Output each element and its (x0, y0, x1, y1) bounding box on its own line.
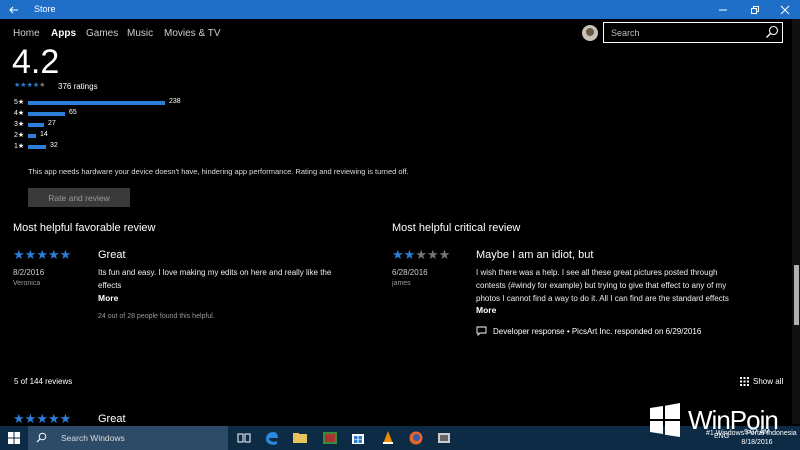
tab-apps[interactable]: Apps (51, 28, 76, 39)
restore-icon (751, 5, 759, 14)
watermark-subline: #1 Windows Portal Indonesia (706, 430, 797, 437)
maximize-button[interactable] (740, 0, 770, 19)
app-icon[interactable] (322, 430, 338, 446)
favorable-review-heading: Most helpful favorable review (13, 222, 156, 234)
average-rating: 4.2 (12, 43, 60, 81)
tab-home[interactable]: Home (13, 28, 40, 39)
histogram-label: 4★ (14, 110, 25, 117)
file-explorer-icon[interactable] (292, 430, 308, 446)
favorable-review-stars: ★★★★★ (13, 247, 71, 263)
scrollbar-track[interactable] (792, 19, 800, 424)
store-icon[interactable] (350, 430, 366, 446)
window-title: Store (34, 4, 56, 14)
histogram-count: 27 (48, 120, 56, 127)
favorable-review-date: 8/2/2016 (13, 268, 45, 277)
histogram-bar (28, 123, 44, 127)
histogram-label: 5★ (14, 99, 25, 106)
critical-review-heading: Most helpful critical review (392, 222, 521, 234)
star-filled-icon: ★ (13, 411, 25, 426)
tab-music[interactable]: Music (127, 28, 153, 39)
histogram-bar (28, 134, 36, 138)
histogram-count: 238 (169, 98, 181, 105)
ratings-count: 376 ratings (58, 82, 98, 91)
next-review-stars: ★★★★★ (13, 411, 71, 427)
search-box[interactable] (603, 22, 783, 43)
firefox-icon[interactable] (408, 430, 424, 446)
critical-review-body-line: photos I cannot find a way to do it. All… (476, 294, 729, 303)
windows-logo-icon (650, 403, 680, 437)
star-filled-icon: ★ (36, 411, 48, 426)
close-icon (780, 5, 790, 14)
favorable-helpful-text: 24 out of 28 people found this helpful. (98, 313, 215, 320)
histogram-bar (28, 145, 46, 149)
developer-response[interactable]: Developer response • PicsArt Inc. respon… (476, 326, 701, 336)
critical-review-author: james (392, 280, 411, 287)
favorable-review-title: Great (98, 249, 126, 261)
critical-review-date: 6/28/2016 (392, 268, 428, 277)
vlc-icon[interactable] (380, 430, 396, 446)
star-filled-icon: ★ (13, 247, 25, 262)
histogram-count: 14 (40, 131, 48, 138)
search-input[interactable] (609, 25, 763, 41)
favorable-review-body-line: Its fun and easy. I love making my edits… (98, 268, 332, 277)
histogram-bar (28, 101, 165, 105)
start-button[interactable] (0, 426, 28, 450)
windows-logo-icon (8, 432, 20, 444)
critical-review-body-line: contests (#windy for example) but trying… (476, 281, 727, 290)
reviews-count: 5 of 144 reviews (14, 377, 73, 386)
developer-response-text: Developer response • PicsArt Inc. respon… (493, 326, 702, 336)
star-filled-icon: ★ (24, 247, 37, 262)
avatar[interactable] (582, 25, 598, 41)
star-filled-icon: ★ (59, 247, 72, 262)
tab-games[interactable]: Games (86, 28, 118, 39)
star-empty-icon: ★ (39, 82, 46, 89)
title-bar: Store (0, 0, 800, 19)
favorable-review-body-line: effects (98, 281, 122, 290)
histogram-count: 65 (69, 109, 77, 116)
critical-review-body-line: I wish there was a help. I see all these… (476, 268, 718, 277)
histogram-count: 32 (50, 142, 58, 149)
minimize-button[interactable] (708, 0, 738, 19)
histogram-label: 2★ (14, 132, 25, 139)
star-filled-icon: ★ (392, 247, 404, 262)
taskbar-search[interactable]: Search Windows (28, 426, 228, 450)
next-review-title: Great (98, 413, 126, 425)
back-button[interactable] (0, 0, 28, 19)
star-empty-icon: ★ (415, 247, 427, 262)
favorable-more-link[interactable]: More (98, 293, 118, 303)
rate-and-review-button[interactable]: Rate and review (28, 188, 130, 207)
minimize-icon (719, 9, 727, 10)
star-filled-icon: ★ (36, 247, 48, 262)
tab-movies-tv[interactable]: Movies & TV (164, 28, 221, 39)
star-empty-icon: ★ (438, 247, 451, 262)
grid-icon (740, 377, 749, 386)
show-all-link[interactable]: Show all (740, 377, 783, 386)
back-arrow-icon (9, 6, 18, 13)
star-filled-icon: ★ (24, 411, 37, 426)
critical-review-title: Maybe I am an idiot, but (476, 249, 594, 261)
histogram-label: 1★ (14, 143, 25, 150)
star-filled-icon: ★ (47, 247, 60, 262)
taskbar-search-label: Search Windows (61, 433, 125, 443)
critical-review-stars: ★★★★★ (392, 247, 450, 263)
search-icon (36, 432, 47, 443)
star-filled-icon: ★ (59, 411, 72, 426)
star-empty-icon: ★ (426, 247, 439, 262)
scrollbar-thumb[interactable] (794, 265, 799, 325)
comment-icon (476, 326, 487, 336)
rating-stars: ★★★★★ (14, 81, 45, 89)
histogram-label: 3★ (14, 121, 25, 128)
show-all-label: Show all (753, 377, 784, 386)
task-view-icon[interactable] (236, 430, 252, 446)
favorable-review-author: Veronica (13, 280, 41, 287)
star-filled-icon: ★ (47, 411, 60, 426)
histogram-bar (28, 112, 65, 116)
edge-icon[interactable] (264, 430, 280, 446)
hardware-note: This app needs hardware your device does… (28, 167, 409, 176)
critical-more-link[interactable]: More (476, 305, 496, 315)
close-button[interactable] (770, 0, 800, 19)
search-icon[interactable] (765, 25, 779, 39)
app-icon[interactable] (436, 430, 452, 446)
star-filled-icon: ★ (403, 247, 416, 262)
